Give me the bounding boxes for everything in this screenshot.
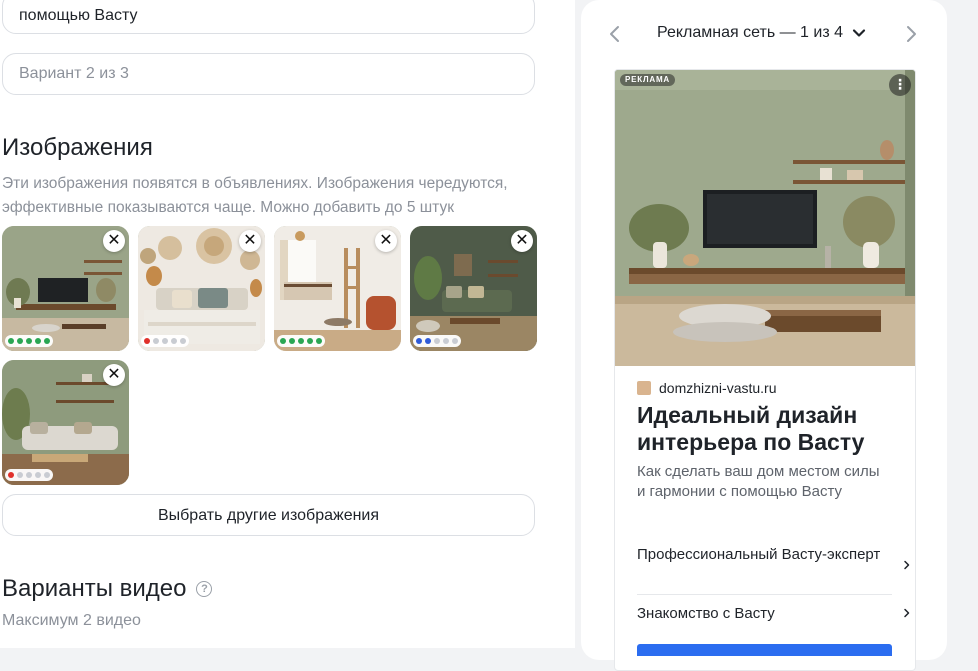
chevron-down-icon xyxy=(852,29,866,37)
quality-dot xyxy=(180,338,186,344)
image-quality-dots xyxy=(5,335,53,347)
quality-dot xyxy=(26,472,32,478)
question-circle-icon[interactable]: ? xyxy=(196,581,213,597)
remove-image-button[interactable]: ✕ xyxy=(239,230,261,252)
quality-dot xyxy=(162,338,168,344)
quality-dot xyxy=(35,338,41,344)
variant-field-value: Вариант 2 из 3 xyxy=(19,65,129,82)
sitelink-divider xyxy=(637,594,892,595)
close-icon: ✕ xyxy=(107,366,121,383)
image-thumbnail-5[interactable]: ✕ xyxy=(2,360,129,485)
placement-selector[interactable]: Рекламная сеть — 1 из 4 xyxy=(657,24,867,42)
quality-dot xyxy=(316,338,322,344)
ad-text: Как сделать ваш дом местом силы и гармон… xyxy=(637,463,880,500)
quality-dot xyxy=(307,338,313,344)
quality-dot xyxy=(443,338,449,344)
placement-title: Рекламная сеть — 1 из 4 xyxy=(657,24,844,41)
image-quality-dots xyxy=(141,335,189,347)
sitelink-2[interactable]: Знакомство с Васту xyxy=(637,603,910,624)
ad-domain: domzhizni-vastu.ru xyxy=(659,380,777,396)
remove-image-button[interactable]: ✕ xyxy=(511,230,533,252)
quality-dot xyxy=(17,472,23,478)
quality-dot xyxy=(452,338,458,344)
video-max-note: Максимум 2 видео xyxy=(2,612,141,629)
quality-dot xyxy=(26,338,32,344)
chevron-right-icon xyxy=(904,608,910,618)
image-thumbnail-2[interactable]: ✕ xyxy=(138,226,265,351)
ad-text-field[interactable]: помощью Васту xyxy=(2,0,535,34)
sitelink-label: Профессиональный Васту-эксперт xyxy=(637,546,881,563)
remove-image-button[interactable]: ✕ xyxy=(103,364,125,386)
close-icon: ✕ xyxy=(515,232,529,249)
image-quality-dots xyxy=(5,469,53,481)
video-section-title: Варианты видео xyxy=(2,575,187,602)
cta-button[interactable] xyxy=(637,644,892,656)
ad-title[interactable]: Идеальный дизайн интерьера по Васту xyxy=(637,402,897,456)
quality-dot xyxy=(434,338,440,344)
image-thumbnail-3[interactable]: ✕ xyxy=(274,226,401,351)
more-vertical-icon[interactable]: ⋮ xyxy=(889,74,911,96)
quality-dot xyxy=(44,338,50,344)
image-thumbnail-1[interactable]: ✕ xyxy=(2,226,129,351)
image-quality-dots xyxy=(277,335,325,347)
chevron-right-icon[interactable] xyxy=(899,22,923,46)
quality-dot xyxy=(17,338,23,344)
video-section-title-row: Варианты видео ? xyxy=(2,575,213,603)
chevron-right-icon xyxy=(904,560,910,570)
quality-dot xyxy=(44,472,50,478)
quality-dot xyxy=(8,472,14,478)
remove-image-button[interactable]: ✕ xyxy=(103,230,125,252)
quality-dot xyxy=(416,338,422,344)
variant-field[interactable]: Вариант 2 из 3 xyxy=(2,53,535,95)
preview-nav: Рекламная сеть — 1 из 4 xyxy=(581,18,947,52)
close-icon: ✕ xyxy=(379,232,393,249)
choose-other-images-button[interactable]: Выбрать другие изображения xyxy=(2,494,535,536)
ad-label: РЕКЛАМА xyxy=(620,74,675,86)
remove-image-button[interactable]: ✕ xyxy=(375,230,397,252)
quality-dot xyxy=(298,338,304,344)
quality-dot xyxy=(425,338,431,344)
ad-text-field-value: помощью Васту xyxy=(19,7,138,24)
quality-dot xyxy=(35,472,41,478)
close-icon: ✕ xyxy=(107,232,121,249)
image-thumbnail-4[interactable]: ✕ xyxy=(410,226,537,351)
quality-dot xyxy=(280,338,286,344)
image-quality-dots xyxy=(413,335,461,347)
ad-editor-panel: помощью Васту Вариант 2 из 3 Изображения… xyxy=(0,0,575,648)
chevron-left-icon[interactable] xyxy=(603,22,627,46)
quality-dot xyxy=(289,338,295,344)
close-icon: ✕ xyxy=(243,232,257,249)
ad-preview-card[interactable]: РЕКЛАМА ⋮ domzhizni-vastu.ru Идеальный д… xyxy=(614,69,916,671)
ad-image: РЕКЛАМА ⋮ xyxy=(615,70,915,366)
sitelink-1[interactable]: Профессиональный Васту-эксперт xyxy=(637,544,910,570)
site-favicon-icon xyxy=(637,381,651,395)
quality-dot xyxy=(8,338,14,344)
quality-dot xyxy=(171,338,177,344)
images-section-title: Изображения xyxy=(2,134,153,161)
ad-interior-photo xyxy=(615,70,915,366)
ad-domain-row[interactable]: domzhizni-vastu.ru xyxy=(637,380,777,396)
quality-dot xyxy=(144,338,150,344)
image-thumbnail-grid: ✕ ✕ ✕ ✕ ✕ xyxy=(2,226,542,488)
sitelink-label: Знакомство с Васту xyxy=(637,605,775,622)
images-section-description: Эти изображения появятся в объявлениях. … xyxy=(2,175,508,216)
quality-dot xyxy=(153,338,159,344)
ad-preview-panel: Рекламная сеть — 1 из 4 РЕКЛАМА ⋮ domzhi… xyxy=(581,0,947,671)
